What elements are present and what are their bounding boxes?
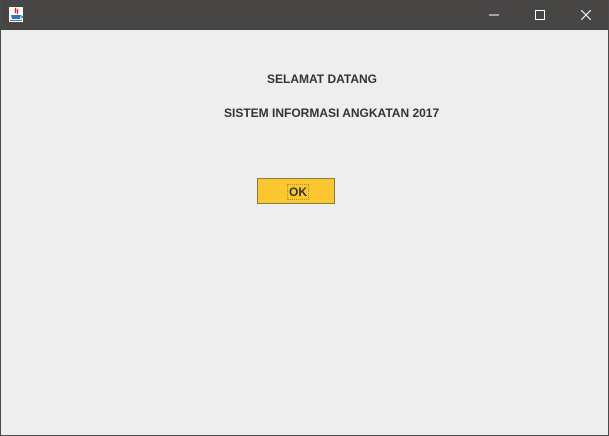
close-button[interactable] — [563, 0, 609, 30]
system-name-label: SISTEM INFORMASI ANGKATAN 2017 — [224, 106, 440, 120]
content-panel: SELAMAT DATANG SISTEM INFORMASI ANGKATAN… — [1, 30, 608, 435]
ok-button[interactable]: OK — [257, 178, 335, 204]
app-window: SELAMAT DATANG SISTEM INFORMASI ANGKATAN… — [0, 0, 609, 436]
minimize-button[interactable] — [471, 0, 517, 30]
java-app-icon[interactable] — [8, 6, 24, 23]
welcome-label: SELAMAT DATANG — [267, 72, 377, 86]
maximize-button[interactable] — [517, 0, 563, 30]
title-bar[interactable] — [1, 0, 608, 30]
ok-button-label: OK — [287, 184, 309, 200]
